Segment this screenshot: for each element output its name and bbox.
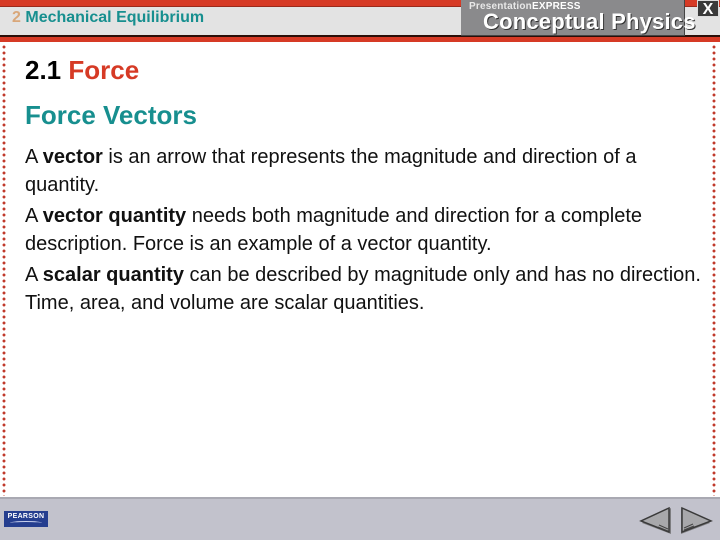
- section-title: 2.1 Force: [25, 54, 705, 86]
- brand-logo: PresentationEXPRESS Conceptual Physics: [461, 0, 695, 36]
- paragraph-scalar-quantity: A scalar quantity can be described by ma…: [25, 261, 705, 317]
- para-text: A: [25, 264, 43, 286]
- chapter-name: Mechanical Equilibrium: [25, 9, 205, 26]
- slide-content: 2.1 Force Force Vectors A vector is an a…: [25, 54, 705, 320]
- triangle-right-icon: [681, 506, 713, 534]
- header-bar: 2 Mechanical Equilibrium PresentationEXP…: [0, 0, 720, 42]
- previous-slide-button[interactable]: [638, 506, 674, 536]
- section-name: Force: [68, 55, 140, 85]
- pearson-swoosh-icon: [10, 521, 42, 525]
- paragraph-vector-quantity: A vector quantity needs both magnitude a…: [25, 202, 705, 258]
- term-scalar-quantity: scalar quantity: [42, 264, 184, 286]
- para-text: is an arrow that represents the magnitud…: [25, 146, 637, 196]
- para-text: A: [25, 205, 43, 227]
- close-button[interactable]: X: [697, 0, 719, 18]
- pearson-logo-text: PEARSON: [7, 513, 45, 520]
- slide-body: A vector is an arrow that represents the…: [25, 143, 705, 317]
- slide-heading: Force Vectors: [25, 100, 197, 130]
- para-text: A: [25, 146, 43, 168]
- next-slide-button[interactable]: [678, 506, 714, 536]
- right-dotted-border: [712, 44, 716, 496]
- brand-title: Conceptual Physics: [483, 9, 696, 34]
- header-stripe-bottom: [0, 35, 720, 42]
- chapter-title: 2 Mechanical Equilibrium: [12, 9, 204, 27]
- triangle-left-icon: [639, 506, 671, 534]
- term-vector: vector: [42, 146, 103, 168]
- section-number: 2.1: [25, 55, 62, 85]
- pearson-logo: PEARSON: [4, 511, 48, 527]
- term-vector-quantity: vector quantity: [42, 205, 187, 227]
- left-dotted-border: [2, 44, 6, 496]
- paragraph-vector: A vector is an arrow that represents the…: [25, 143, 705, 199]
- chapter-number: 2: [12, 9, 21, 26]
- footer-bar: PEARSON: [0, 497, 720, 540]
